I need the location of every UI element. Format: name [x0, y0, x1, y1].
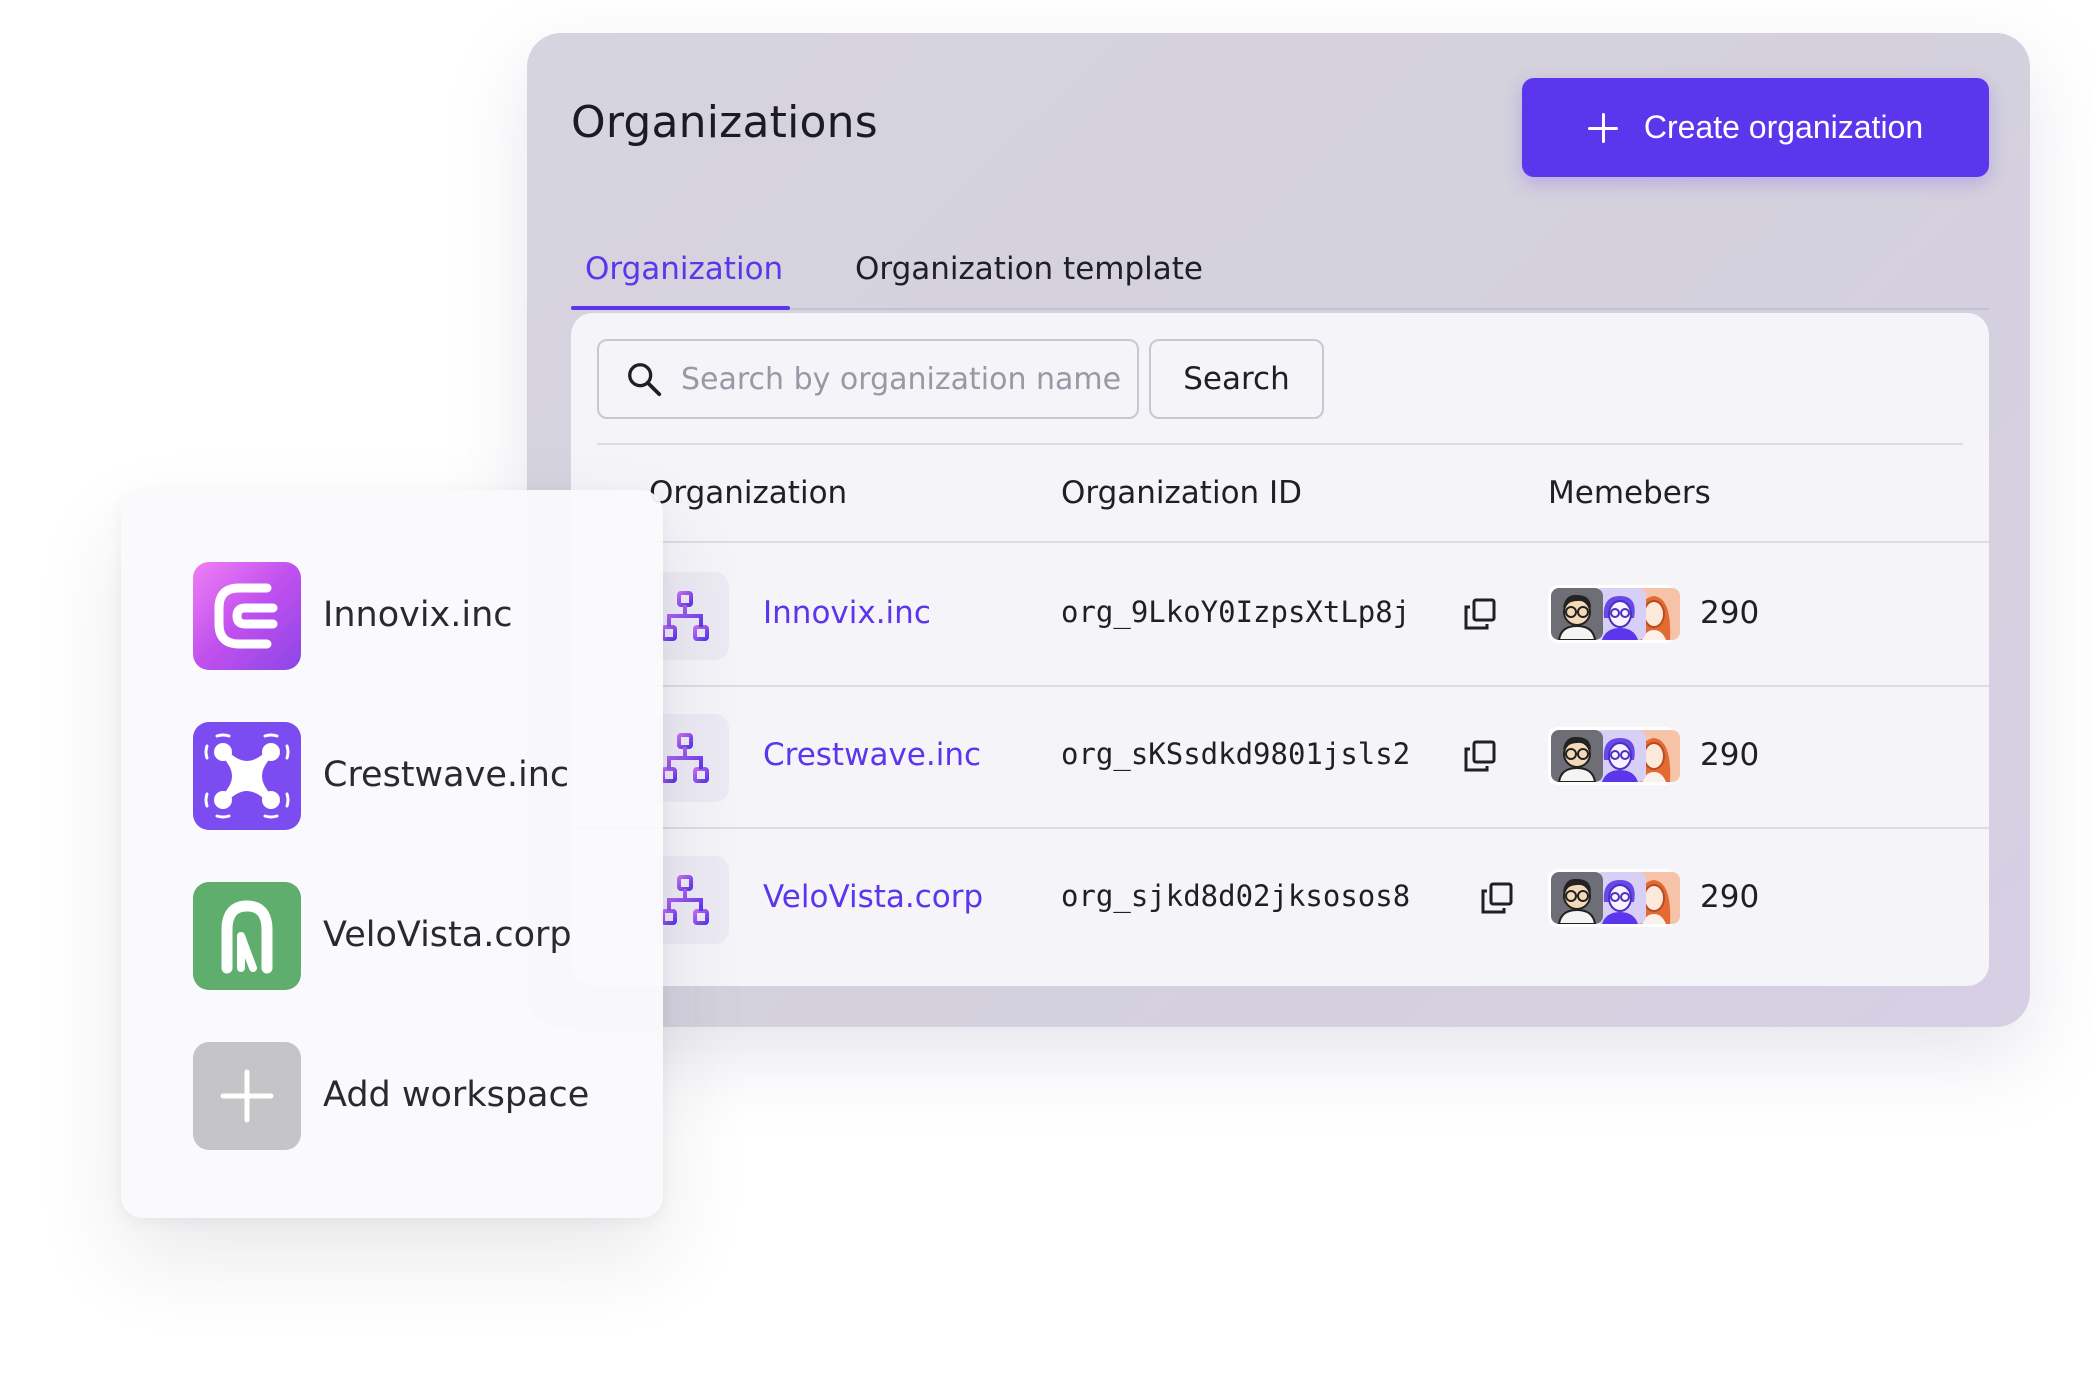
- active-tab-indicator: [571, 306, 790, 310]
- page-title: Organizations: [571, 97, 878, 148]
- search-icon: [628, 363, 662, 397]
- workspace-label: Add workspace: [323, 1075, 590, 1115]
- org-id: org_9LkoY0IzpsXtLp8j: [1061, 595, 1411, 629]
- workspace-label: VeloVista.corp: [323, 915, 572, 955]
- member-count: 290: [1700, 595, 1760, 631]
- tab-organization[interactable]: Organization: [585, 251, 783, 287]
- member-avatars: [1548, 585, 1680, 643]
- organizations-table-card: Search Organization Organization ID Meme…: [571, 313, 1989, 986]
- workspace-label: Innovix.inc: [323, 595, 513, 635]
- org-name-link[interactable]: Crestwave.inc: [763, 737, 981, 773]
- org-id: org_sKSsdkd9801jsls2: [1061, 737, 1411, 771]
- column-header-members: Memebers: [1548, 475, 1711, 511]
- copy-icon[interactable]: [1463, 597, 1497, 631]
- copy-icon[interactable]: [1480, 881, 1514, 915]
- search-input[interactable]: [681, 361, 1121, 397]
- avatar: [1551, 730, 1603, 782]
- column-header-organization: Organization: [649, 475, 848, 511]
- table-row[interactable]: Innovix.inc org_9LkoY0IzpsXtLp8j 290: [571, 545, 1989, 687]
- innovix-logo-icon: [193, 562, 301, 670]
- avatar: [1551, 872, 1603, 924]
- org-name-link[interactable]: VeloVista.corp: [763, 879, 983, 915]
- member-avatars: [1548, 869, 1680, 927]
- copy-icon[interactable]: [1463, 739, 1497, 773]
- workspace-item-innovix[interactable]: Innovix.inc: [193, 562, 633, 670]
- workspace-switcher: Innovix.inc Crestwave.inc VeloVista.corp…: [121, 490, 663, 1218]
- table-row[interactable]: VeloVista.corp org_sjkd8d02jksosos8 290: [571, 829, 1989, 971]
- tab-organization-template[interactable]: Organization template: [855, 251, 1203, 287]
- velovista-logo-icon: [193, 882, 301, 990]
- org-id: org_sjkd8d02jksosos8: [1061, 879, 1411, 913]
- workspace-item-crestwave[interactable]: Crestwave.inc: [193, 722, 633, 830]
- column-header-organization-id: Organization ID: [1061, 475, 1303, 511]
- search-box: [597, 339, 1139, 419]
- workspace-label: Crestwave.inc: [323, 755, 570, 795]
- member-count: 290: [1700, 737, 1760, 773]
- create-organization-button[interactable]: Create organization: [1522, 78, 1989, 177]
- plus-icon: [1587, 112, 1618, 143]
- org-name-link[interactable]: Innovix.inc: [763, 595, 931, 631]
- add-workspace-button[interactable]: Add workspace: [193, 1042, 633, 1150]
- tab-bar: Organization Organization template: [571, 233, 1989, 310]
- table-header: Organization Organization ID Memebers: [571, 445, 1989, 543]
- search-button[interactable]: Search: [1149, 339, 1324, 419]
- workspace-item-velovista[interactable]: VeloVista.corp: [193, 882, 633, 990]
- avatar: [1551, 588, 1603, 640]
- organizations-panel: Organizations Create organization Organi…: [527, 33, 2030, 1027]
- table-row[interactable]: Crestwave.inc org_sKSsdkd9801jsls2 290: [571, 687, 1989, 829]
- member-count: 290: [1700, 879, 1760, 915]
- member-avatars: [1548, 727, 1680, 785]
- crestwave-logo-icon: [193, 722, 301, 830]
- create-organization-label: Create organization: [1643, 109, 1924, 145]
- plus-icon: [193, 1042, 301, 1150]
